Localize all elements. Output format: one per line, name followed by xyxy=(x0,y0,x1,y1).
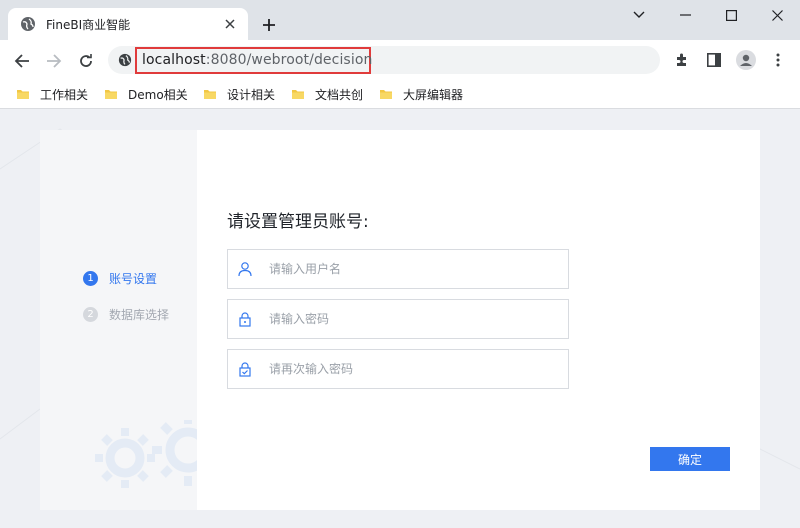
bookmark-folder-docs[interactable]: 文档共创 xyxy=(291,86,363,102)
bookmarks-bar: 工作相关 Demo相关 设计相关 文档共创 大屏编辑器 xyxy=(0,80,800,109)
close-window-icon[interactable] xyxy=(759,4,795,26)
bookmark-label: 工作相关 xyxy=(40,87,89,102)
confirm-button[interactable]: 确定 xyxy=(650,447,730,471)
step-number: 1 xyxy=(83,271,98,286)
back-arrow-icon[interactable] xyxy=(11,50,33,72)
lock-icon xyxy=(239,312,251,327)
folder-icon xyxy=(17,90,29,99)
bookmark-folder-demo[interactable]: Demo相关 xyxy=(104,86,188,102)
bookmark-folder-design[interactable]: 设计相关 xyxy=(203,86,275,102)
maximize-icon[interactable] xyxy=(713,4,749,26)
forward-arrow-icon[interactable] xyxy=(43,50,65,72)
user-icon xyxy=(238,262,252,277)
new-tab-icon[interactable] xyxy=(258,14,280,36)
step-label: 数据库选择 xyxy=(109,308,170,322)
bookmark-label: 文档共创 xyxy=(315,87,364,102)
confirm-password-field[interactable] xyxy=(227,349,569,389)
reload-icon[interactable] xyxy=(75,50,97,72)
tab-title: FineBI商业智能 xyxy=(46,17,131,32)
globe-icon xyxy=(21,17,35,31)
url-host: localhost xyxy=(142,52,206,68)
profile-avatar-icon[interactable] xyxy=(736,50,756,70)
lock-check-icon xyxy=(239,362,251,377)
bookmark-folder-screen-editor[interactable]: 大屏编辑器 xyxy=(379,86,463,102)
gears-decoration-icon xyxy=(95,420,197,488)
form-title: 请设置管理员账号: xyxy=(227,212,369,232)
side-panel-icon[interactable] xyxy=(704,50,724,70)
close-tab-icon[interactable] xyxy=(220,14,240,34)
minimize-icon[interactable] xyxy=(667,4,703,26)
password-input[interactable] xyxy=(267,303,568,335)
folder-icon xyxy=(380,90,392,99)
bookmark-label: 设计相关 xyxy=(227,87,276,102)
url-path: :8080/webroot/decision xyxy=(205,52,373,68)
bookmark-label: 大屏编辑器 xyxy=(403,87,464,102)
step-label: 账号设置 xyxy=(109,272,158,286)
step-database-selection[interactable]: 2 数据库选择 xyxy=(43,306,169,323)
username-field[interactable] xyxy=(227,249,569,289)
folder-icon xyxy=(204,90,216,99)
folder-icon xyxy=(105,90,117,99)
username-input[interactable] xyxy=(267,253,568,285)
tab-search-chevron-icon[interactable] xyxy=(621,4,657,26)
bookmark-folder-work[interactable]: 工作相关 xyxy=(16,86,88,102)
confirm-password-input[interactable] xyxy=(267,353,568,385)
extensions-puzzle-icon[interactable] xyxy=(672,50,692,70)
menu-kebab-icon[interactable] xyxy=(768,50,788,70)
url-text[interactable]: localhost:8080/webroot/decision xyxy=(142,52,372,68)
bookmark-label: Demo相关 xyxy=(128,87,188,102)
browser-tab[interactable]: FineBI商业智能 xyxy=(8,8,248,40)
step-account-settings[interactable]: 1 账号设置 xyxy=(43,270,157,287)
folder-icon xyxy=(292,90,304,99)
password-field[interactable] xyxy=(227,299,569,339)
site-info-globe-icon[interactable] xyxy=(118,53,132,67)
step-number: 2 xyxy=(83,307,98,322)
browser-titlebar: FineBI商业智能 xyxy=(0,0,800,40)
